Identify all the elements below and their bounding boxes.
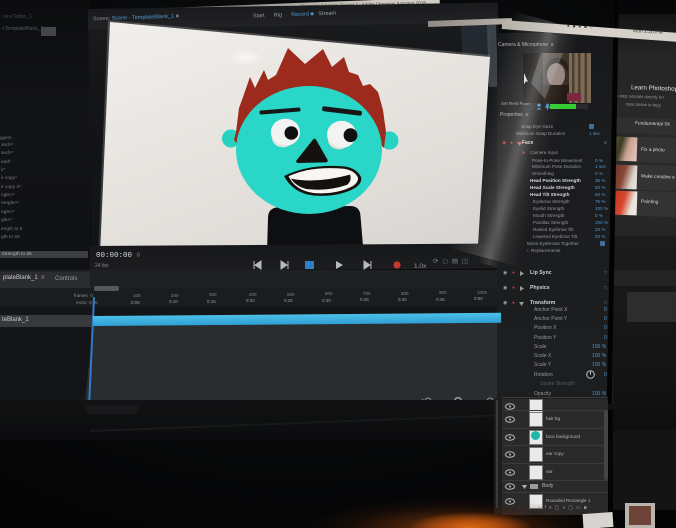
svg-text:1.0x: 1.0x bbox=[414, 263, 427, 270]
